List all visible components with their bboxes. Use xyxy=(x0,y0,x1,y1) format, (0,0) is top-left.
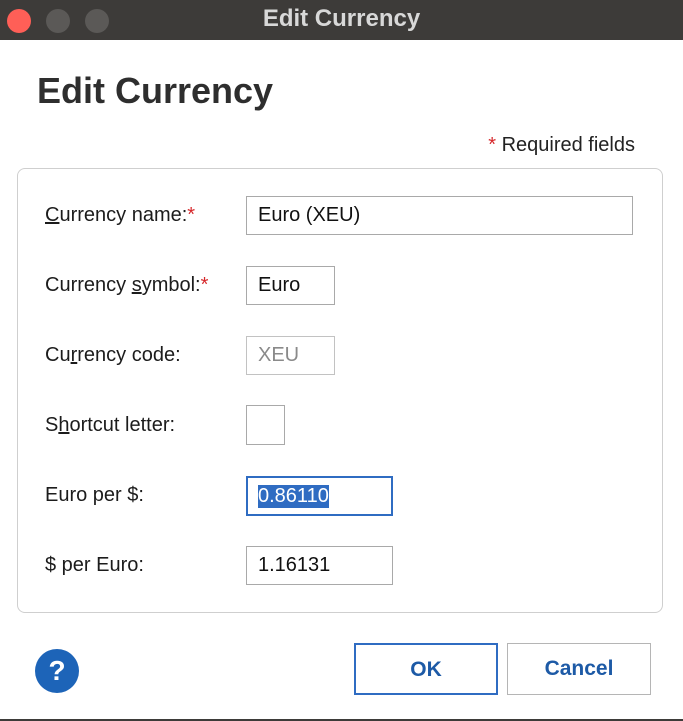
euro-per-dollar-label: Euro per $: xyxy=(45,484,144,506)
required-fields-text: Required fields xyxy=(501,134,635,156)
shortcut-letter-label: Shortcut letter: xyxy=(45,414,175,437)
required-fields-note: * Required fields xyxy=(488,134,635,157)
title-bar: Edit Currency xyxy=(0,0,683,40)
page-title: Edit Currency xyxy=(37,70,274,111)
label-text: ortcut letter: xyxy=(69,414,176,436)
currency-code-label: Currency code: xyxy=(45,344,181,367)
required-star: * xyxy=(200,274,209,296)
currency-name-input[interactable] xyxy=(246,196,633,235)
mnemonic-letter: C xyxy=(45,204,60,226)
window-title: Edit Currency xyxy=(262,5,421,32)
label-text: Cu xyxy=(45,344,71,366)
cancel-button[interactable]: Cancel xyxy=(507,643,651,695)
ok-button[interactable]: OK xyxy=(354,643,498,695)
required-star: * xyxy=(187,204,196,226)
currency-symbol-input[interactable] xyxy=(246,266,335,305)
shortcut-letter-input[interactable] xyxy=(246,405,285,445)
euro-per-dollar-input[interactable] xyxy=(246,476,393,516)
mnemonic-letter: h xyxy=(58,414,70,436)
label-text: ymbol: xyxy=(141,274,201,296)
currency-symbol-label: Currency symbol:* xyxy=(45,274,208,297)
mnemonic-letter: s xyxy=(131,274,142,296)
label-text: S xyxy=(45,414,59,436)
dollar-per-euro-input[interactable] xyxy=(246,546,393,585)
currency-code-input xyxy=(246,336,335,375)
label-text: Currency xyxy=(45,274,132,296)
label-text: urrency name: xyxy=(59,204,188,226)
help-button[interactable]: ? xyxy=(35,649,79,693)
label-text: rency code: xyxy=(77,344,181,366)
required-star: * xyxy=(488,134,497,156)
question-mark-icon: ? xyxy=(48,655,66,686)
currency-name-label: Currency name:* xyxy=(45,204,195,227)
edit-currency-window: Edit Currency Edit Currency * Required f… xyxy=(0,0,683,721)
dollar-per-euro-label: $ per Euro: xyxy=(45,554,144,576)
